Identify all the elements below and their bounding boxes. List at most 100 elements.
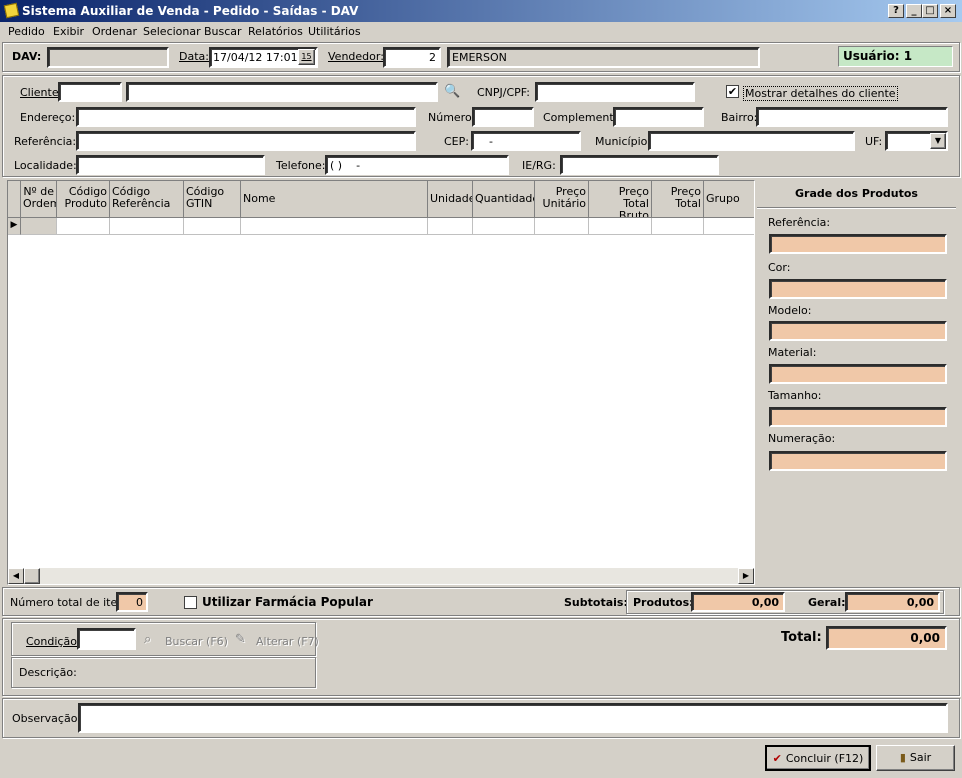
cnpj-label: CNPJ/CPF: bbox=[477, 86, 530, 99]
data-value: 17/04/12 17:01 bbox=[213, 51, 298, 64]
produtos-value: 0,00 bbox=[751, 596, 779, 609]
scroll-thumb[interactable] bbox=[24, 568, 40, 584]
grade-tamanho-label: Tamanho: bbox=[768, 389, 822, 402]
uf-select[interactable]: ▼ bbox=[885, 131, 948, 151]
grid-cell[interactable] bbox=[110, 218, 184, 235]
telefone-label: Telefone: bbox=[276, 159, 326, 172]
app-icon bbox=[3, 2, 20, 19]
numero-field[interactable] bbox=[472, 107, 534, 127]
grade-numeracao-label: Numeração: bbox=[768, 432, 836, 445]
maximize-button[interactable]: □ bbox=[922, 4, 938, 18]
col-preco-total-bruto[interactable]: Preço Total Bruto bbox=[589, 181, 652, 218]
usuario-badge: Usuário: 1 bbox=[838, 46, 953, 67]
grid-cell[interactable] bbox=[704, 218, 754, 235]
referencia-label: Referência: bbox=[14, 135, 77, 148]
endereco-field[interactable] bbox=[76, 107, 416, 127]
help-button[interactable]: ? bbox=[888, 4, 904, 18]
observacao-label: Observação: bbox=[12, 712, 82, 725]
mostrar-checkbox[interactable]: ✔ bbox=[726, 85, 739, 98]
referencia-field[interactable] bbox=[76, 131, 416, 151]
alterar-button[interactable]: Alterar (F7) bbox=[256, 635, 319, 648]
municipio-field[interactable] bbox=[648, 131, 855, 151]
grade-numeracao-field bbox=[769, 451, 947, 471]
farmacia-checkbox[interactable] bbox=[184, 596, 197, 609]
col-preco-total[interactable]: Preço Total bbox=[652, 181, 704, 218]
complemento-field[interactable] bbox=[613, 107, 704, 127]
col-codigo-gtin[interactable]: Código GTIN bbox=[184, 181, 241, 218]
total-field: 0,00 bbox=[826, 626, 947, 650]
col-quantidade[interactable]: Quantidade bbox=[473, 181, 535, 218]
cep-field[interactable]: - bbox=[471, 131, 581, 151]
grid-cell[interactable] bbox=[535, 218, 589, 235]
binoculars-icon[interactable]: 🔍 bbox=[444, 84, 460, 99]
col-codigo-referencia[interactable]: Código Referência bbox=[110, 181, 184, 218]
geral-value: 0,00 bbox=[906, 596, 934, 609]
localidade-field[interactable] bbox=[76, 155, 265, 175]
total-value: 0,00 bbox=[910, 631, 940, 645]
vendedor-name-value: EMERSON bbox=[452, 51, 507, 64]
endereco-label: Endereço: bbox=[20, 111, 76, 124]
grid-cell[interactable] bbox=[184, 218, 241, 235]
telefone-field[interactable]: ( ) - bbox=[325, 155, 509, 175]
vendedor-name-field: EMERSON bbox=[447, 47, 760, 68]
grid-cell[interactable] bbox=[57, 218, 110, 235]
num-itens-value: 0 bbox=[136, 596, 143, 609]
menu-pedido[interactable]: Pedido bbox=[8, 25, 45, 38]
edit-icon: ✎ bbox=[235, 632, 246, 647]
cliente-name-field[interactable] bbox=[126, 82, 438, 102]
grid-cell[interactable] bbox=[589, 218, 652, 235]
vendedor-code-field[interactable]: 2 bbox=[383, 47, 441, 68]
menu-bar: Pedido Exibir Ordenar Selecionar Buscar … bbox=[0, 22, 962, 41]
grid-cell[interactable] bbox=[241, 218, 428, 235]
menu-relatorios[interactable]: Relatórios bbox=[248, 25, 303, 38]
col-ordem[interactable]: Nº de Ordem bbox=[21, 181, 57, 218]
title-bar: Sistema Auxiliar de Venda - Pedido - Saí… bbox=[0, 0, 962, 22]
menu-ordenar[interactable]: Ordenar bbox=[92, 25, 137, 38]
bairro-label: Bairro: bbox=[721, 111, 758, 124]
scroll-left-icon[interactable]: ◀ bbox=[8, 568, 24, 584]
bairro-field[interactable] bbox=[756, 107, 948, 127]
dav-label: DAV: bbox=[12, 50, 42, 63]
horizontal-scrollbar[interactable]: ◀ ▶ bbox=[8, 568, 754, 584]
grid-cell[interactable] bbox=[473, 218, 535, 235]
minimize-button[interactable]: _ bbox=[906, 4, 922, 18]
buscar-button[interactable]: Buscar (F6) bbox=[165, 635, 228, 648]
condicao-field[interactable] bbox=[77, 628, 136, 650]
cliente-code-field[interactable] bbox=[58, 82, 122, 102]
close-button[interactable]: × bbox=[940, 4, 956, 18]
cep-label: CEP: bbox=[444, 135, 469, 148]
menu-utilitarios[interactable]: Utilitários bbox=[308, 25, 361, 38]
grade-material-label: Material: bbox=[768, 346, 817, 359]
menu-buscar[interactable]: Buscar bbox=[204, 25, 242, 38]
sair-button[interactable]: ▮ Sair bbox=[876, 745, 955, 771]
grade-cor-field bbox=[769, 279, 947, 299]
sair-label: Sair bbox=[909, 751, 932, 764]
col-unidade[interactable]: Unidade bbox=[428, 181, 473, 218]
observacao-field[interactable] bbox=[78, 703, 948, 733]
mostrar-label: Mostrar detalhes do cliente bbox=[743, 86, 898, 101]
concluir-label: Concluir (F12) bbox=[785, 752, 864, 765]
condicao-label: Condição: bbox=[26, 635, 81, 648]
cnpj-field[interactable] bbox=[535, 82, 695, 102]
row-indicator-icon: ▶ bbox=[8, 218, 21, 235]
grid-cell[interactable] bbox=[428, 218, 473, 235]
grid-cell[interactable] bbox=[21, 218, 57, 235]
data-label: Data: bbox=[179, 50, 209, 63]
col-grupo[interactable]: Grupo bbox=[704, 181, 754, 218]
menu-selecionar[interactable]: Selecionar bbox=[143, 25, 201, 38]
chevron-down-icon[interactable]: ▼ bbox=[930, 133, 946, 149]
complemento-label: Complemento: bbox=[543, 111, 625, 124]
col-codigo-produto[interactable]: Código Produto bbox=[57, 181, 110, 218]
grade-material-field bbox=[769, 364, 947, 384]
grid-cell[interactable] bbox=[652, 218, 704, 235]
vendedor-label: Vendedor: bbox=[328, 50, 384, 63]
menu-exibir[interactable]: Exibir bbox=[53, 25, 84, 38]
col-nome[interactable]: Nome bbox=[241, 181, 428, 218]
calendar-icon[interactable]: 15 bbox=[298, 49, 315, 65]
scroll-right-icon[interactable]: ▶ bbox=[738, 568, 754, 584]
items-grid[interactable]: Nº de Ordem Código Produto Código Referê… bbox=[7, 180, 755, 585]
concluir-button[interactable]: ✔ Concluir (F12) bbox=[765, 745, 871, 771]
subtotais-label: Subtotais: bbox=[564, 596, 628, 609]
ierg-field[interactable] bbox=[560, 155, 719, 175]
col-preco-unitario[interactable]: Preço Unitário bbox=[535, 181, 589, 218]
